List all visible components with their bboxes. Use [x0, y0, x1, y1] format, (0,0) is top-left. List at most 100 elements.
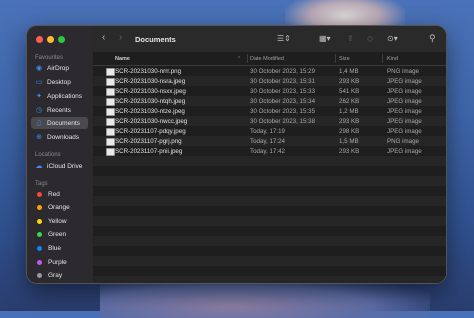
cell-date: Today, 17:19 [250, 128, 285, 135]
sidebar-item-label: Orange [48, 204, 70, 212]
table-row[interactable]: SCR-20231030-ntze.jpeg 30 October 2023, 1… [93, 106, 446, 116]
cell-size: 541 KB [339, 88, 360, 95]
cell-size: 1,2 MB [339, 108, 359, 115]
sidebar-item-airdrop[interactable]: ◉ AirDrop [31, 62, 88, 74]
sidebar-item-desktop[interactable]: ▭ Desktop [31, 76, 88, 88]
sidebar-item-label: iCloud Drive [47, 162, 83, 170]
sidebar-item-documents[interactable]: ▯ Documents [31, 117, 88, 129]
cell-kind: JPEG image [387, 128, 422, 135]
tag-color-dot [37, 232, 42, 238]
cell-kind: JPEG image [387, 78, 422, 85]
image-file-icon [106, 118, 115, 126]
column-name[interactable]: Name [115, 56, 130, 62]
cell-name: SCR-20231107-pgrj.png [115, 138, 182, 145]
column-divider [335, 54, 336, 63]
cloud-icon: ☁ [35, 163, 43, 170]
tag-icon[interactable]: ◇ [367, 34, 373, 43]
chevron-left-icon[interactable]: ‹ [102, 32, 105, 43]
sidebar-item-label: AirDrop [47, 64, 70, 72]
share-icon[interactable]: ⇪ [347, 34, 354, 43]
cell-name: SCR-20231030-nrrr.png [115, 68, 182, 75]
sidebar-item-label: Blue [48, 244, 62, 252]
minimize-button[interactable] [47, 36, 54, 43]
sidebar-tag-yellow[interactable]: Yellow [31, 215, 88, 227]
table-row[interactable]: SCR-20231030-nsra.jpeg 30 October 2023, 1… [93, 76, 446, 86]
file-rows: SCR-20231030-nrrr.png 30 October 2023, 15… [93, 66, 446, 283]
sidebar-tag-purple[interactable]: Purple [31, 256, 88, 268]
cell-size: 1,4 MB [339, 68, 359, 75]
sidebar-item-label: Downloads [47, 133, 80, 141]
image-file-icon [106, 68, 115, 76]
sidebar-tag-green[interactable]: Green [31, 229, 88, 241]
cell-name: SCR-20231030-nwcc.jpeg [115, 118, 188, 125]
cell-kind: JPEG image [387, 148, 422, 155]
image-file-icon [106, 98, 115, 106]
image-file-icon [106, 128, 115, 136]
cell-size: 298 KB [339, 128, 360, 135]
tag-color-dot [37, 218, 42, 224]
column-header: Name ⌃ Date Modified Size Kind [93, 52, 446, 66]
sidebar-item-applications[interactable]: ✦ Applications [31, 90, 88, 102]
empty-row [93, 166, 446, 176]
sidebar-item-label: Gray [48, 272, 63, 280]
chevron-right-icon[interactable]: › [119, 32, 122, 43]
sidebar-item-label: Yellow [48, 217, 67, 225]
sidebar-tag-red[interactable]: Red [31, 188, 88, 200]
table-row[interactable]: SCR-20231030-nwcc.jpeg 30 October 2023, 1… [93, 116, 446, 126]
column-divider [382, 54, 383, 63]
document-icon: ▯ [37, 120, 41, 127]
empty-row [93, 236, 446, 246]
sidebar-item-label: Purple [48, 258, 67, 266]
table-row[interactable]: SCR-20231107-pnii.jpeg Today, 17:42 293 KB… [93, 146, 446, 156]
cell-kind: JPEG image [387, 98, 422, 105]
cell-date: 30 October 2023, 15:33 [250, 88, 316, 95]
cell-name: SCR-20231030-ntqh.jpeg [115, 98, 186, 105]
search-icon[interactable]: ⚲ [429, 33, 436, 44]
file-list: Name ⌃ Date Modified Size Kind SCR-20231… [93, 52, 446, 283]
cell-size: 293 KB [339, 118, 360, 125]
applications-icon: ✦ [36, 93, 42, 100]
cell-kind: PNG image [387, 68, 419, 75]
cell-name: SCR-20231030-nsra.jpeg [115, 78, 186, 85]
toolbar: ‹ › Documents ☰⇕ ▦▾ ⇪ ◇ ⊙▾ ⚲ [93, 26, 446, 52]
empty-row [93, 266, 446, 276]
desktop-icon: ▭ [35, 79, 43, 86]
sidebar-tag-orange[interactable]: Orange [31, 202, 88, 214]
table-row[interactable]: SCR-20231030-nsxx.jpeg 30 October 2023, 1… [93, 86, 446, 96]
image-file-icon [106, 138, 115, 146]
sidebar-item-recents[interactable]: ◷ Recents [31, 104, 88, 116]
zoom-button[interactable] [58, 36, 65, 43]
cell-kind: JPEG image [387, 118, 422, 125]
more-icon[interactable]: ⊙▾ [387, 34, 398, 43]
sidebar-tag-blue[interactable]: Blue [31, 242, 88, 254]
sidebar-item-downloads[interactable]: ⊕ Downloads [31, 131, 88, 143]
image-file-icon [106, 78, 115, 86]
empty-row [93, 246, 446, 256]
cell-name: SCR-20231030-nsxx.jpeg [115, 88, 186, 95]
window-controls [36, 36, 65, 43]
sidebar-item-icloud-drive[interactable]: ☁ iCloud Drive [31, 160, 88, 172]
empty-row [93, 276, 446, 283]
airdrop-icon: ◉ [35, 65, 43, 72]
cell-kind: PNG image [387, 138, 419, 145]
close-button[interactable] [36, 36, 43, 43]
table-row[interactable]: SCR-20231030-ntqh.jpeg 30 October 2023, 1… [93, 96, 446, 106]
column-kind[interactable]: Kind [387, 56, 398, 62]
cell-kind: JPEG image [387, 108, 422, 115]
table-row[interactable]: SCR-20231030-nrrr.png 30 October 2023, 15… [93, 66, 446, 76]
empty-row [93, 156, 446, 166]
column-divider [247, 54, 248, 63]
grid-view-icon[interactable]: ▦▾ [319, 34, 331, 43]
column-size[interactable]: Size [339, 56, 350, 62]
sidebar-section-locations: Locations [35, 152, 61, 158]
sidebar-section-tags: Tags [35, 181, 48, 187]
empty-row [93, 176, 446, 186]
table-row[interactable]: SCR-20231107-pdqy.jpeg Today, 17:19 298 KB… [93, 126, 446, 136]
sidebar-tag-gray[interactable]: Gray [31, 270, 88, 282]
tag-color-dot [37, 259, 42, 265]
chevron-up-icon: ⌃ [237, 56, 242, 62]
table-row[interactable]: SCR-20231107-pgrj.png Today, 17:24 1,5 MB P… [93, 136, 446, 146]
download-icon: ⊕ [36, 134, 42, 141]
list-view-icon[interactable]: ☰⇕ [277, 34, 291, 43]
column-date-modified[interactable]: Date Modified [250, 56, 284, 62]
